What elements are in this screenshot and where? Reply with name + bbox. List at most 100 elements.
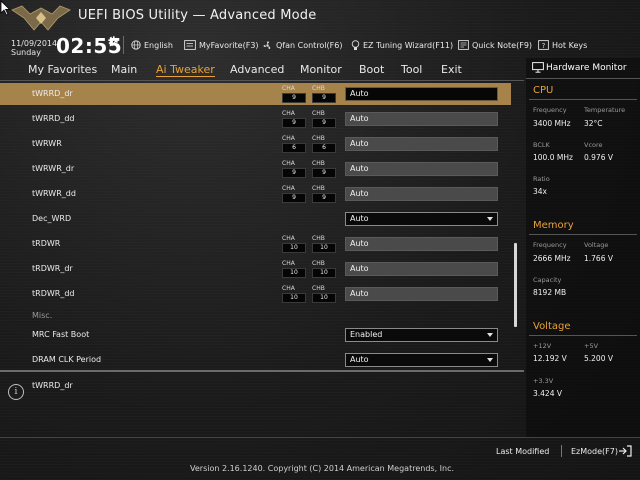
setting-value-input[interactable]: Auto (345, 287, 498, 301)
favorite-icon (184, 40, 196, 50)
setting-value-input[interactable]: Auto (345, 187, 498, 201)
voltage-5v-value: 5.200 V (584, 354, 613, 363)
chb-value-box: CHB 10 (312, 260, 336, 278)
chb-value-box: CHB 10 (312, 235, 336, 253)
chb-value-box: CHB 9 (312, 85, 336, 103)
copyright-text: Version 2.16.1240. Copyright (C) 2014 Am… (190, 464, 455, 473)
setting-row-trdwr-dd[interactable]: tRDWR_dd CHA 10 CHB 10 Auto (0, 283, 511, 305)
myfavorite-button[interactable]: MyFavorite(F3) (184, 38, 259, 52)
setting-value-input[interactable]: Auto (345, 262, 498, 276)
section-label: Misc. (32, 311, 53, 320)
last-modified-button[interactable]: Last Modified (496, 447, 549, 456)
cha-value-box: CHA 10 (282, 235, 306, 253)
setting-dropdown[interactable]: Auto (345, 353, 498, 367)
chb-value-box: CHB 9 (312, 110, 336, 128)
setting-row-twrrd-dd[interactable]: tWRRD_dd CHA 9 CHB 9 Auto (0, 108, 511, 130)
memory-capacity-value: 8192 MB (533, 288, 567, 297)
cha-value-box: CHA 9 (282, 160, 306, 178)
settings-list: tWRRD_dr CHA 9 CHB 9 Auto tWRRD_dd CHA 9 CH… (0, 81, 524, 368)
setting-row-twrrd-dr[interactable]: tWRRD_dr CHA 9 CHB 9 Auto (0, 83, 511, 105)
tab-boot[interactable]: Boot (359, 63, 384, 76)
setting-row-twrwr[interactable]: tWRWR CHA 6 CHB 6 Auto (0, 133, 511, 155)
cpu-ratio-value: 34x (533, 187, 547, 196)
day-text: Sunday (11, 48, 41, 57)
tab-tool[interactable]: Tool (401, 63, 422, 76)
setting-label: DRAM CLK Period (32, 355, 102, 364)
setting-row-twrwr-dd[interactable]: tWRWR_dd CHA 9 CHB 9 Auto (0, 183, 511, 205)
exit-to-ezmode-icon[interactable] (618, 445, 632, 457)
hot-keys-button[interactable]: ? Hot Keys (538, 38, 587, 52)
help-description: tWRRD_dr (32, 381, 73, 390)
cpu-ratio-label: Ratio (533, 175, 550, 183)
tab-my-favorites[interactable]: My Favorites (28, 63, 97, 76)
cpu-vcore-label: Vcore (584, 141, 603, 149)
note-icon (458, 40, 469, 50)
tab-ai-tweaker[interactable]: Ai Tweaker (156, 63, 215, 77)
fan-icon (263, 40, 271, 49)
setting-label: tRDWR_dr (32, 264, 73, 273)
myfavorite-label: MyFavorite(F3) (199, 40, 259, 50)
setting-label: tWRWR_dd (32, 189, 76, 198)
app-title: UEFI BIOS Utility — Advanced Mode (78, 8, 317, 23)
setting-dropdown[interactable]: Enabled (345, 328, 498, 342)
memory-voltage-value: 1.766 V (584, 254, 613, 263)
cpu-frequency-label: Frequency (533, 106, 567, 114)
tab-main[interactable]: Main (111, 63, 137, 76)
setting-row-twrwr-dr[interactable]: tWRWR_dr CHA 9 CHB 9 Auto (0, 158, 511, 180)
header-separator (123, 36, 124, 54)
tab-monitor[interactable]: Monitor (300, 63, 342, 76)
gear-icon[interactable] (107, 35, 119, 47)
setting-row-dram-clk-period[interactable]: DRAM CLK Period Auto (0, 349, 511, 371)
footer-divider (0, 437, 640, 438)
memory-frequency-label: Frequency (533, 241, 567, 249)
setting-value-input[interactable]: Auto (345, 112, 498, 126)
voltage-section-title: Voltage (533, 321, 571, 332)
setting-row-mrc-fast-boot[interactable]: MRC Fast Boot Enabled (0, 324, 511, 346)
qfan-control-button[interactable]: Qfan Control(F6) (262, 38, 342, 52)
setting-value-input[interactable]: Auto (345, 137, 498, 151)
quick-note-button[interactable]: Quick Note(F9) (458, 38, 532, 52)
voltage-12v-label: +12V (533, 342, 552, 350)
setting-row-trdwr-dr[interactable]: tRDWR_dr CHA 10 CHB 10 Auto (0, 258, 511, 280)
cpu-bclk-label: BCLK (533, 141, 550, 149)
memory-section-title: Memory (533, 220, 574, 231)
hardware-monitor-title: Hardware Monitor (546, 63, 627, 73)
cha-value-box: CHA 10 (282, 285, 306, 303)
help-icon: ? (538, 40, 549, 50)
setting-value-input[interactable]: Auto (345, 87, 498, 101)
setting-label: tRDWR_dd (32, 289, 75, 298)
setting-row-dec-wrd[interactable]: Dec_WRD Auto (0, 208, 511, 230)
cha-value-box: CHA 9 (282, 85, 306, 103)
dropdown-value: Auto (350, 355, 369, 364)
setting-row-trdwr[interactable]: tRDWR CHA 10 CHB 10 Auto (0, 233, 511, 255)
tab-exit[interactable]: Exit (441, 63, 462, 76)
cpu-temperature-value: 32°C (584, 119, 603, 128)
quick-note-label: Quick Note(F9) (472, 40, 533, 50)
memory-capacity-label: Capacity (533, 276, 562, 284)
setting-label: Dec_WRD (32, 214, 72, 223)
setting-value-input[interactable]: Auto (345, 237, 498, 251)
chb-value-box: CHB 10 (312, 285, 336, 303)
help-divider (0, 370, 524, 372)
chb-value-box: CHB 9 (312, 160, 336, 178)
date-display: 11/09/2014 Sunday (11, 39, 57, 57)
ez-tuning-wizard-button[interactable]: EZ Tuning Wizard(F11) (351, 38, 453, 52)
tab-advanced[interactable]: Advanced (230, 63, 284, 76)
language-button[interactable]: English (131, 38, 173, 52)
chevron-down-icon (487, 333, 493, 337)
language-label: English (144, 40, 173, 50)
info-icon: i (8, 384, 24, 400)
setting-dropdown[interactable]: Auto (345, 212, 498, 226)
setting-label: tWRRD_dr (32, 89, 73, 98)
setting-value-input[interactable]: Auto (345, 162, 498, 176)
setting-label: tWRWR (32, 139, 62, 148)
ezmode-button[interactable]: EzMode(F7) (571, 447, 618, 456)
cpu-section-title: CPU (533, 85, 554, 96)
settings-scrollbar[interactable] (514, 243, 517, 327)
hot-keys-label: Hot Keys (552, 40, 588, 50)
voltage-5v-label: +5V (584, 342, 599, 350)
cha-value-box: CHA 6 (282, 135, 306, 153)
footer-separator (561, 445, 562, 457)
globe-icon (131, 40, 141, 50)
voltage-12v-value: 12.192 V (533, 354, 567, 363)
